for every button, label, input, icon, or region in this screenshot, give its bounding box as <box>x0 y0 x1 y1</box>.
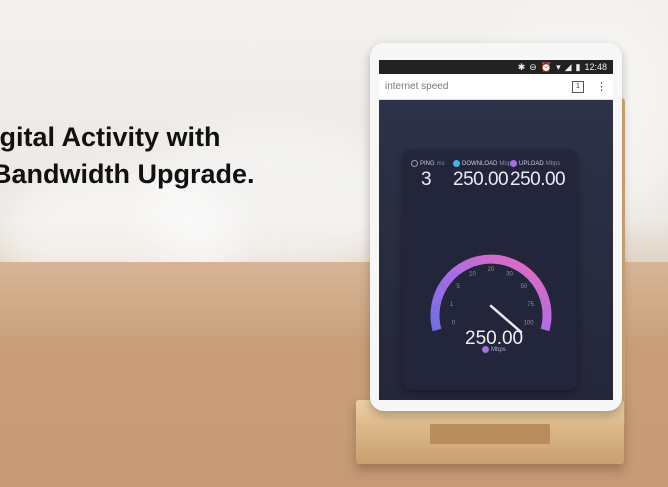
headline: igital Activity with Bandwidth Upgrade. <box>0 119 255 193</box>
ping-icon <box>411 160 418 167</box>
gauge-tick-label: 10 <box>469 272 476 278</box>
ping-metric: PING ms 3 <box>411 160 445 191</box>
more-menu-icon[interactable]: ⋮ <box>596 80 607 93</box>
gauge-tick-labels: 0 1 5 10 20 30 50 75 100 <box>450 267 535 327</box>
download-metric: DOWNLOAD Mbps 250.00 <box>453 160 514 191</box>
upload-label: UPLOAD <box>519 160 544 167</box>
upload-value: 250.00 <box>510 169 566 190</box>
gauge-tick-label: 20 <box>488 267 495 273</box>
battery-icon: ▮ <box>575 61 581 72</box>
tab-switcher-button[interactable]: 1 <box>572 80 584 93</box>
upload-metric: UPLOAD Mbps 250.00 <box>510 160 566 191</box>
ping-value: 3 <box>421 169 432 190</box>
sync-icon: ⊖ <box>529 61 537 72</box>
status-time: 12:48 <box>584 62 607 72</box>
address-input[interactable]: internet speed <box>385 81 572 92</box>
upload-icon <box>510 160 517 167</box>
alarm-icon: ⏰ <box>540 61 553 72</box>
speed-unit-label: Mbps <box>491 346 506 353</box>
gauge-tick-label: 1 <box>450 302 454 308</box>
gauge-tick-label: 50 <box>520 284 527 290</box>
tablet-stand-slot <box>430 424 550 444</box>
ping-unit: ms <box>436 160 445 167</box>
gauge-tick-label: 5 <box>457 284 461 290</box>
signal-icon: ◢ <box>564 61 572 72</box>
speed-unit-icon <box>482 346 489 353</box>
speedtest-card: PING ms 3 DOWNLOAD Mbps 250.00 UPLOAD Mb… <box>403 150 577 390</box>
download-value: 250.00 <box>453 169 509 190</box>
status-bar: ✱ ⊖ ⏰ ▾ ◢ ▮ 12:48 <box>379 60 613 74</box>
browser-address-bar[interactable]: internet speed 1 ⋮ <box>379 74 613 100</box>
gauge-tick-label: 75 <box>527 302 534 308</box>
download-icon <box>453 160 460 167</box>
headline-line-2: Bandwidth Upgrade. <box>0 159 255 189</box>
gauge-tick-label: 0 <box>452 321 456 327</box>
upload-unit: Mbps <box>545 160 561 167</box>
download-label: DOWNLOAD <box>462 160 498 167</box>
gauge-tick-label: 100 <box>524 321 535 327</box>
speed-unit: Mbps <box>482 346 506 353</box>
headline-line-1: igital Activity with <box>0 122 221 152</box>
tablet-device: ✱ ⊖ ⏰ ▾ ◢ ▮ 12:48 internet speed 1 ⋮ PIN… <box>370 43 622 411</box>
gauge-tick-label: 30 <box>506 272 513 278</box>
ping-label: PING <box>420 160 435 167</box>
speedtest-app: PING ms 3 DOWNLOAD Mbps 250.00 UPLOAD Mb… <box>379 100 613 400</box>
bluetooth-icon: ✱ <box>517 61 526 72</box>
tablet-screen: ✱ ⊖ ⏰ ▾ ◢ ▮ 12:48 internet speed 1 ⋮ PIN… <box>379 60 613 400</box>
background-photo: igital Activity with Bandwidth Upgrade. … <box>0 0 668 487</box>
wifi-icon: ▾ <box>556 61 561 72</box>
